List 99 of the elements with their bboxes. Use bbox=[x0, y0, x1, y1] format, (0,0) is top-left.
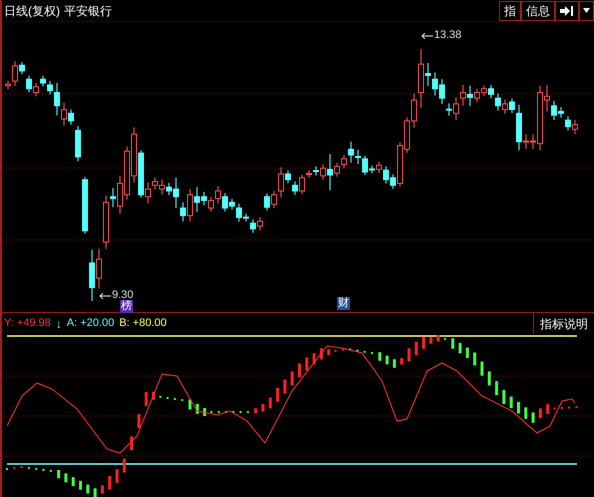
indicator-bar bbox=[554, 408, 556, 410]
indicator-bar bbox=[386, 356, 389, 364]
indicator-bar bbox=[458, 342, 462, 354]
indicator-bar bbox=[116, 469, 118, 483]
indicator-bar bbox=[392, 359, 396, 368]
indicator-bar bbox=[159, 396, 162, 398]
indicator-bar bbox=[444, 338, 446, 340]
indicator-bar bbox=[210, 411, 212, 413]
toolbar-button[interactable]: 信息 bbox=[521, 0, 555, 20]
indicator-bar bbox=[436, 335, 440, 342]
indicator-bar bbox=[196, 404, 199, 414]
indicator-bar bbox=[517, 402, 520, 414]
indicator-bar bbox=[166, 396, 169, 399]
indicator-bar bbox=[262, 404, 264, 412]
indicator-bar bbox=[35, 468, 38, 470]
indicator-bar bbox=[246, 411, 249, 413]
indicator-bar bbox=[218, 411, 220, 413]
indicator-bar bbox=[100, 485, 104, 494]
indicator-bar bbox=[13, 467, 16, 470]
indicator-bar bbox=[488, 371, 491, 386]
left-arrow-icon bbox=[421, 32, 433, 38]
indicator-bar bbox=[79, 480, 82, 490]
caret-icon bbox=[583, 8, 590, 13]
indicator-bar bbox=[181, 399, 184, 402]
indicator-bar bbox=[524, 407, 528, 419]
indicator-bar bbox=[28, 466, 30, 469]
indicator-bar bbox=[546, 404, 550, 414]
indicator-bar bbox=[225, 411, 227, 413]
indicator-bar bbox=[414, 342, 418, 356]
indicator-bar bbox=[298, 363, 301, 378]
indicator-bar bbox=[57, 470, 60, 478]
indicator-bar bbox=[42, 468, 44, 471]
indicator-bar bbox=[480, 362, 484, 376]
indicator-bar bbox=[72, 477, 75, 486]
indicator-bar bbox=[174, 398, 176, 400]
indicator-bar bbox=[20, 466, 23, 468]
indicator-bar bbox=[268, 397, 272, 408]
indicator-bar bbox=[495, 381, 498, 396]
left-arrow-icon bbox=[99, 292, 111, 298]
indicator-bar bbox=[305, 357, 308, 371]
indicator-bar bbox=[371, 352, 373, 354]
indicator-bar bbox=[86, 484, 90, 494]
indicator-bar bbox=[429, 337, 432, 344]
indicator-bar bbox=[312, 353, 316, 364]
indicator-bar bbox=[473, 352, 476, 366]
indicator-bar bbox=[276, 388, 280, 402]
toolbar-button[interactable]: 指 bbox=[499, 0, 521, 20]
indicator-bar bbox=[532, 412, 535, 423]
indicator-bar bbox=[6, 468, 8, 470]
low-price-label: 9.30 bbox=[112, 290, 134, 301]
indicator-bar bbox=[466, 348, 469, 358]
dropdown-button[interactable] bbox=[579, 0, 594, 20]
indicator-bar bbox=[137, 414, 140, 428]
indicator-bar bbox=[50, 470, 52, 472]
stock-name: 平安银行 bbox=[64, 2, 112, 20]
indicator-bar bbox=[510, 396, 513, 408]
trend-arrow: ↓ bbox=[56, 316, 62, 332]
event-marker[interactable]: 财 bbox=[337, 297, 350, 310]
indicator-bar bbox=[320, 348, 323, 360]
period-label: 日线(复权) bbox=[4, 2, 60, 20]
indicator-bar bbox=[108, 476, 112, 490]
skip-end-icon bbox=[560, 6, 574, 16]
indicator-bar bbox=[378, 352, 382, 361]
indicator-bar bbox=[64, 473, 68, 482]
indicator-bar bbox=[342, 348, 344, 351]
indicator-bar bbox=[283, 380, 286, 394]
indicator-bar bbox=[538, 408, 542, 418]
indicator-bar bbox=[356, 350, 358, 352]
indicator-bar bbox=[364, 350, 366, 353]
indicator-bar bbox=[144, 392, 148, 406]
indicator-bar bbox=[240, 411, 242, 413]
indicator-bar bbox=[575, 406, 578, 408]
indicator-bar bbox=[232, 411, 234, 413]
y-reading: Y: +49.98 bbox=[4, 316, 51, 332]
indicator-bar bbox=[334, 350, 336, 352]
event-marker[interactable]: 榜 bbox=[120, 300, 133, 313]
indicator-bar bbox=[122, 458, 126, 473]
indicator-bar bbox=[203, 408, 206, 416]
indicator-bar bbox=[422, 336, 426, 349]
indicator-bar bbox=[400, 358, 404, 365]
indicator-bar bbox=[568, 406, 570, 409]
indicator-bar bbox=[152, 392, 155, 400]
indicator-bar bbox=[130, 436, 134, 450]
indicator-bar bbox=[408, 348, 410, 362]
indicator-bar bbox=[188, 400, 192, 410]
indicator-bar bbox=[502, 390, 506, 404]
candlestick bbox=[82, 176, 88, 234]
indicator-bar bbox=[560, 407, 563, 410]
indicator-bar bbox=[254, 408, 258, 414]
indicator-bar bbox=[451, 338, 454, 349]
indicator-bar bbox=[327, 349, 330, 355]
indicator-bar bbox=[349, 348, 352, 350]
indicator-bar bbox=[290, 371, 294, 386]
high-price-label: 13.38 bbox=[434, 30, 462, 41]
a-reading: A: +20.00 bbox=[66, 316, 114, 332]
indicator-help-button[interactable]: 指标说明 bbox=[533, 313, 594, 334]
b-reading: B: +80.00 bbox=[119, 316, 167, 332]
indicator-bar bbox=[94, 488, 97, 497]
skip-end-button[interactable] bbox=[555, 0, 579, 20]
